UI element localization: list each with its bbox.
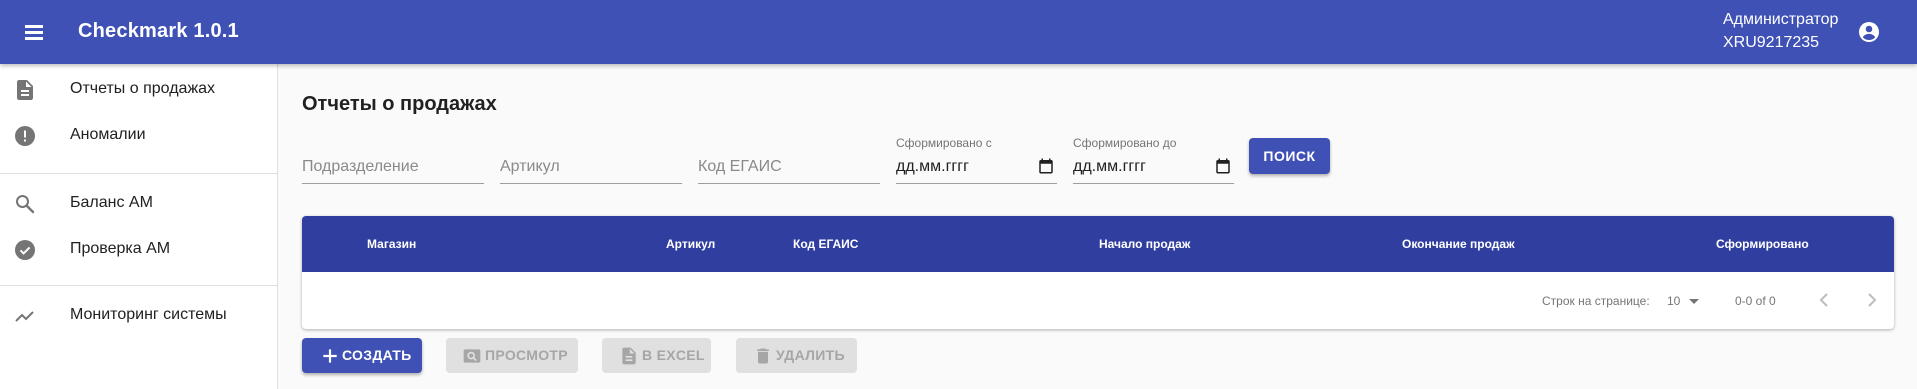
column-header-sales-end[interactable]: Окончание продаж <box>1402 237 1515 251</box>
search-icon <box>16 195 35 214</box>
article-field <box>500 148 682 184</box>
article-input[interactable] <box>500 148 682 180</box>
date-from-input[interactable]: дд.мм.гггг <box>896 158 969 176</box>
delete-button[interactable]: УДАЛИТЬ <box>736 338 857 373</box>
sidebar-divider <box>0 173 277 174</box>
menu-icon[interactable] <box>22 20 46 44</box>
egais-input[interactable] <box>698 148 880 180</box>
excel-button-label: В EXCEL <box>642 347 705 363</box>
column-header-egais[interactable]: Код ЕГАИС <box>793 237 858 251</box>
sidebar-item-system-monitoring[interactable]: Мониторинг системы <box>0 293 277 339</box>
column-header-store[interactable]: Магазин <box>367 237 416 251</box>
document-icon <box>622 347 636 365</box>
sidebar-item-am-check[interactable]: Проверка АМ <box>0 227 277 273</box>
sidebar-item-am-balance[interactable]: Баланс АМ <box>0 181 277 227</box>
view-button[interactable]: ПРОСМОТР <box>446 338 578 373</box>
column-header-created[interactable]: Сформировано <box>1716 237 1809 251</box>
sidebar-item-anomalies[interactable]: Аномалии <box>0 113 277 159</box>
document-icon <box>17 80 33 100</box>
column-header-sales-start[interactable]: Начало продаж <box>1099 237 1190 251</box>
trending-up-icon <box>15 311 34 322</box>
preview-icon <box>463 349 481 363</box>
table-header: Магазин Артикул Код ЕГАИС Начало продаж … <box>302 216 1894 272</box>
dropdown-arrow-icon <box>1689 299 1699 304</box>
calendar-icon[interactable] <box>1037 157 1055 175</box>
sidebar-item-sales-reports[interactable]: Отчеты о продажах <box>0 67 277 113</box>
excel-export-button[interactable]: В EXCEL <box>602 338 711 373</box>
account-circle-icon[interactable] <box>1857 20 1881 44</box>
create-button-label: СОЗДАТЬ <box>342 347 412 363</box>
pagination-range: 0-0 of 0 <box>1735 294 1776 308</box>
column-header-article[interactable]: Артикул <box>666 237 715 251</box>
date-from-field[interactable]: Сформировано с дд.мм.гггг <box>896 136 1057 184</box>
user-id: XRU9217235 <box>1723 34 1820 51</box>
rows-per-page-label: Строк на странице: <box>1542 294 1650 308</box>
sidebar-item-label: Проверка АМ <box>70 240 171 257</box>
sidebar-item-label: Мониторинг системы <box>70 306 227 323</box>
chevron-left-icon[interactable] <box>1812 288 1836 312</box>
user-role: Администратор <box>1723 11 1839 28</box>
trash-icon <box>757 348 769 364</box>
create-button[interactable]: СОЗДАТЬ <box>302 338 422 373</box>
date-from-label: Сформировано с <box>896 136 992 150</box>
rows-per-page-select[interactable]: 10 <box>1667 290 1705 312</box>
delete-button-label: УДАЛИТЬ <box>776 347 845 363</box>
date-to-field[interactable]: Сформировано до дд.мм.гггг <box>1073 136 1234 184</box>
subdivision-input[interactable] <box>302 148 484 180</box>
sidebar-item-label: Отчеты о продажах <box>70 80 216 97</box>
page-title: Отчеты о продажах <box>302 93 497 115</box>
date-to-input[interactable]: дд.мм.гггг <box>1073 158 1146 176</box>
sidebar: Отчеты о продажах Аномалии Баланс АМ Про… <box>0 64 278 389</box>
sales-reports-table: Магазин Артикул Код ЕГАИС Начало продаж … <box>302 216 1894 329</box>
plus-icon <box>323 349 337 363</box>
calendar-icon[interactable] <box>1214 157 1232 175</box>
search-button[interactable]: ПОИСК <box>1249 138 1330 174</box>
rows-per-page-value: 10 <box>1667 294 1681 308</box>
check-circle-icon <box>15 240 35 260</box>
sidebar-divider <box>0 285 277 286</box>
app-title: Checkmark 1.0.1 <box>78 20 239 42</box>
view-button-label: ПРОСМОТР <box>485 347 568 363</box>
date-to-label: Сформировано до <box>1073 136 1177 150</box>
app-bar: Checkmark 1.0.1 Администратор XRU9217235 <box>0 0 1917 64</box>
table-pagination: Строк на странице: 10 0-0 of 0 <box>302 272 1894 329</box>
egais-field <box>698 148 880 184</box>
alert-circle-icon <box>15 126 35 146</box>
sidebar-item-label: Баланс АМ <box>70 194 153 211</box>
sidebar-item-label: Аномалии <box>70 126 146 143</box>
chevron-right-icon[interactable] <box>1860 288 1884 312</box>
subdivision-field <box>302 148 484 184</box>
